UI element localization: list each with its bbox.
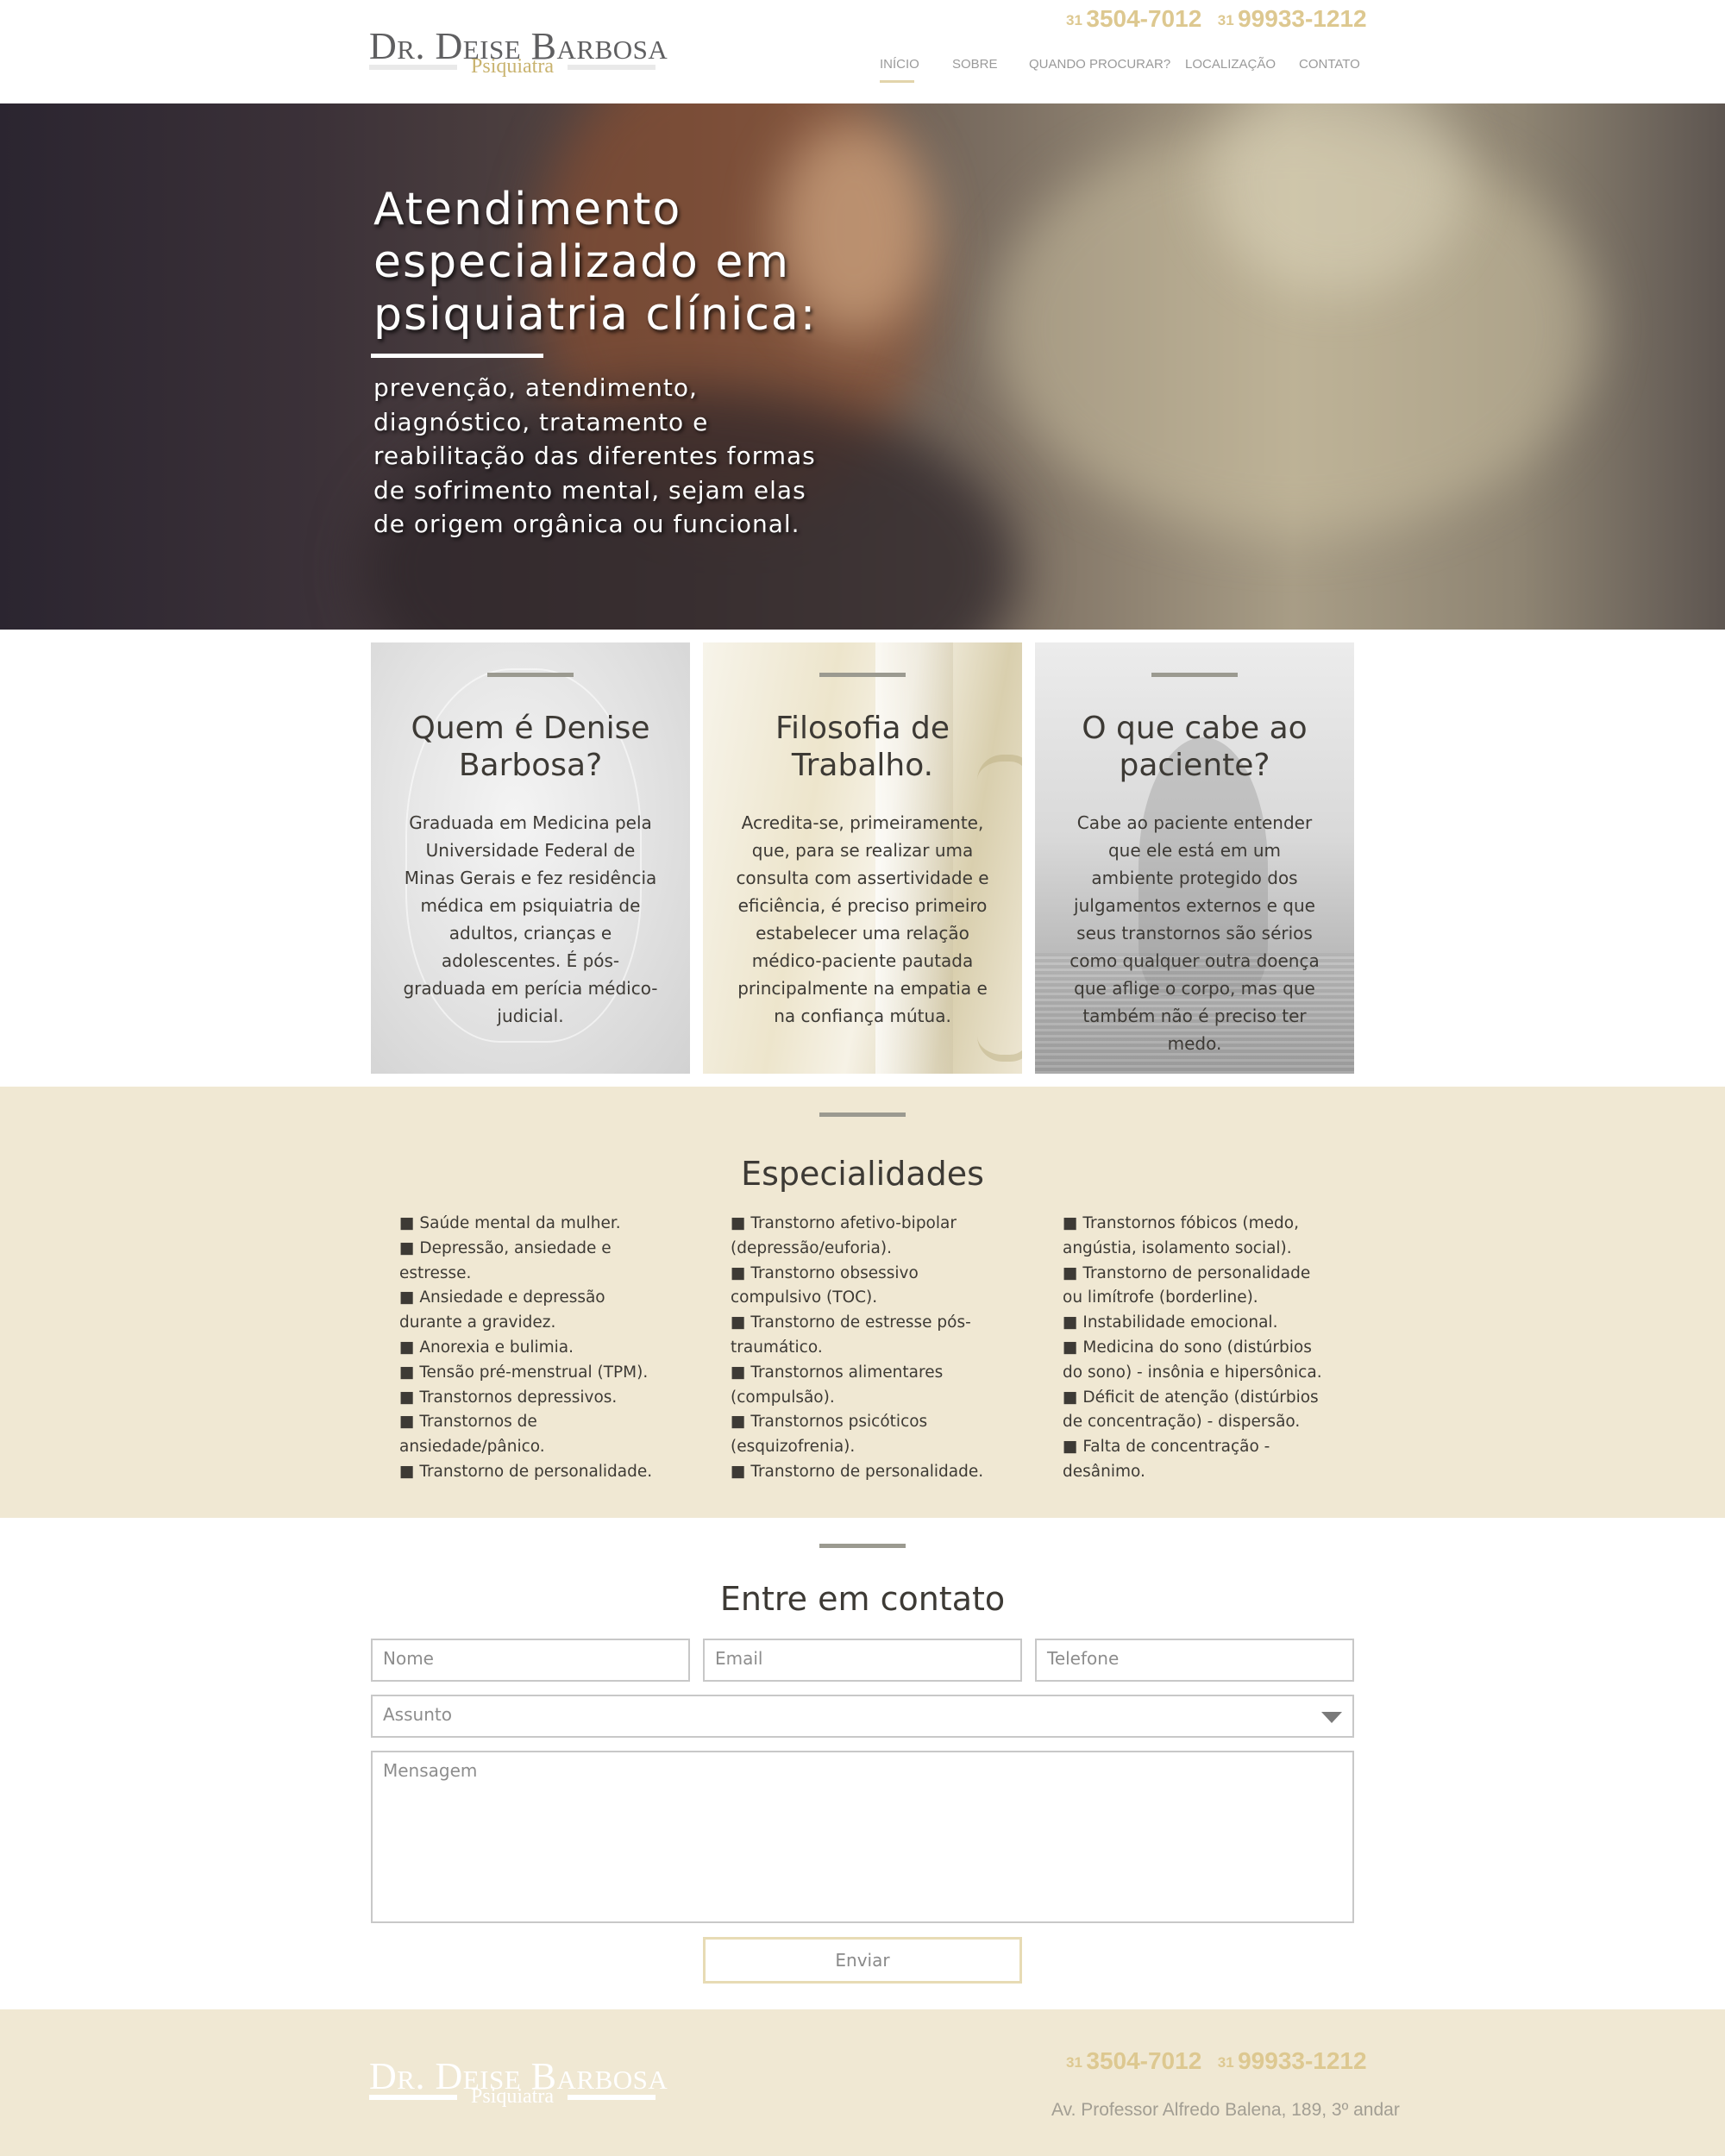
header-phones: 31 3504-7012 31 99933-1212 bbox=[1066, 5, 1367, 33]
footer-phones: 31 3504-7012 31 99933-1212 bbox=[1066, 2047, 1367, 2075]
logo-rule-left bbox=[369, 65, 457, 70]
card-title: Filosofia de Trabalho. bbox=[775, 711, 950, 783]
card-text: Acredita-se, primeiramente, que, para se… bbox=[736, 812, 989, 1026]
list-item: ■ Transtorno de personalidade ou limítro… bbox=[1063, 1263, 1311, 1307]
card-divider bbox=[1151, 673, 1238, 677]
nav-active-indicator bbox=[880, 80, 914, 83]
phone-ddd: 31 bbox=[1066, 12, 1082, 28]
specialties-column: ■ Transtornos fóbicos (medo, angústia, i… bbox=[1063, 1212, 1330, 1485]
logo-subtitle: Psiquiatra bbox=[471, 2085, 554, 2108]
nav-item-sobre[interactable]: SOBRE bbox=[952, 57, 998, 72]
list-item: ■ Transtorno de personalidade. bbox=[399, 1462, 653, 1481]
list-item: ■ Transtornos de ansiedade/pânico. bbox=[399, 1413, 545, 1457]
hero-title-line: psiquiatria clínica: bbox=[373, 289, 818, 341]
card-about: Quem é Denise Barbosa? Graduada em Medic… bbox=[371, 642, 690, 1074]
nav-item-contato[interactable]: CONTATO bbox=[1299, 57, 1360, 72]
hero-title-line: Atendimento bbox=[373, 184, 682, 235]
email-field[interactable]: Email bbox=[703, 1639, 1022, 1682]
hero-subtitle: prevenção, atendimento, diagnóstico, tra… bbox=[373, 373, 816, 538]
hero-title-line: especializado em bbox=[373, 236, 791, 288]
list-item: ■ Transtornos psicóticos (esquizofrenia)… bbox=[731, 1413, 928, 1457]
subject-select-value: Assunto bbox=[383, 1704, 452, 1725]
list-item: ■ Transtorno de personalidade. bbox=[731, 1462, 984, 1481]
card-divider bbox=[819, 673, 906, 677]
phone-number[interactable]: 3504-7012 bbox=[1086, 2047, 1201, 2074]
nav-item-inicio[interactable]: INÍCIO bbox=[880, 57, 919, 72]
site-header: Dr. Deise Barbosa Psiquiatra 31 3504-701… bbox=[0, 0, 1725, 103]
phone-ddd: 31 bbox=[1066, 2054, 1082, 2071]
list-item: ■ Transtornos depressivos. bbox=[399, 1388, 618, 1407]
section-title: Entre em contato bbox=[719, 1580, 1006, 1618]
logo-rule-right bbox=[568, 65, 656, 70]
list-item: ■ Anorexia e bulimia. bbox=[399, 1338, 574, 1357]
specialties-column: ■ Transtorno afetivo-bipolar (depressão/… bbox=[731, 1212, 998, 1485]
card-patient: O que cabe ao paciente? Cabe ao paciente… bbox=[1035, 642, 1354, 1074]
message-field[interactable]: Mensagem bbox=[371, 1751, 1354, 1923]
list-item: ■ Depressão, ansiedade e estresse. bbox=[399, 1238, 612, 1282]
list-item: ■ Falta de concentração - desânimo. bbox=[1063, 1438, 1270, 1481]
list-item: ■ Instabilidade emocional. bbox=[1063, 1313, 1278, 1332]
list-item: ■ Transtorno afetivo-bipolar (depressão/… bbox=[731, 1214, 957, 1257]
chevron-down-icon bbox=[1321, 1712, 1342, 1723]
site-footer: Dr. Deise Barbosa Psiquiatra 31 3504-701… bbox=[0, 2009, 1725, 2156]
list-item: ■ Transtornos alimentares (compulsão). bbox=[731, 1363, 944, 1407]
list-item: ■ Saúde mental da mulher. bbox=[399, 1214, 621, 1232]
list-item: ■ Transtorno de estresse pós-traumático. bbox=[731, 1313, 971, 1357]
card-philosophy: Filosofia de Trabalho. Acredita-se, prim… bbox=[703, 642, 1022, 1074]
section-divider bbox=[819, 1544, 906, 1548]
logo-subtitle: Psiquiatra bbox=[471, 55, 554, 78]
phone-number[interactable]: 99933-1212 bbox=[1238, 5, 1366, 32]
card-title: O que cabe ao paciente? bbox=[1082, 711, 1308, 783]
nav-item-localizacao[interactable]: LOCALIZAÇÃO bbox=[1185, 57, 1276, 72]
list-item: ■ Tensão pré-menstrual (TPM). bbox=[399, 1363, 649, 1382]
logo-rule-right bbox=[568, 2095, 656, 2100]
specialties-column: ■ Saúde mental da mulher. ■ Depressão, a… bbox=[399, 1212, 667, 1485]
name-field[interactable]: Nome bbox=[371, 1639, 690, 1682]
list-item: ■ Ansiedade e depressão durante a gravid… bbox=[399, 1288, 605, 1332]
card-title: Quem é Denise Barbosa? bbox=[411, 711, 650, 783]
phone-number[interactable]: 3504-7012 bbox=[1086, 5, 1201, 32]
section-title: Especialidades bbox=[741, 1155, 984, 1193]
logo[interactable]: Dr. Deise Barbosa Psiquiatra bbox=[369, 24, 668, 78]
contact-section: Entre em contato Nome Email Telefone Ass… bbox=[0, 1518, 1725, 2009]
card-text: Graduada em Medicina pela Universidade F… bbox=[403, 812, 658, 1026]
list-item: ■ Transtorno obsessivo compulsivo (TOC). bbox=[731, 1263, 919, 1307]
list-item: ■ Medicina do sono (distúrbios do sono) … bbox=[1063, 1338, 1322, 1382]
card-text: Cabe ao paciente entender que ele está e… bbox=[1070, 812, 1320, 1054]
section-divider bbox=[819, 1112, 906, 1117]
card-divider bbox=[487, 673, 574, 677]
logo-rule-left bbox=[369, 2095, 457, 2100]
specialties-section: Especialidades ■ Saúde mental da mulher.… bbox=[0, 1087, 1725, 1518]
phone-number[interactable]: 99933-1212 bbox=[1238, 2047, 1366, 2074]
nav-item-quando-procurar[interactable]: QUANDO PROCURAR? bbox=[1029, 57, 1170, 72]
list-item: ■ Déficit de atenção (distúrbios de conc… bbox=[1063, 1388, 1319, 1432]
phone-field[interactable]: Telefone bbox=[1035, 1639, 1354, 1682]
phone-ddd: 31 bbox=[1217, 2054, 1234, 2071]
send-button[interactable]: Enviar bbox=[703, 1937, 1022, 1984]
hero-title: Atendimento especializado em psiquiatria… bbox=[373, 184, 925, 342]
subject-select[interactable]: Assunto bbox=[371, 1695, 1354, 1738]
footer-address: Av. Professor Alfredo Balena, 189, 3º an… bbox=[1051, 2100, 1400, 2120]
phone-ddd: 31 bbox=[1217, 12, 1234, 28]
footer-logo[interactable]: Dr. Deise Barbosa Psiquiatra bbox=[369, 2054, 668, 2108]
list-item: ■ Transtornos fóbicos (medo, angústia, i… bbox=[1063, 1214, 1299, 1257]
hero-divider bbox=[371, 354, 543, 358]
hero-banner: Atendimento especializado em psiquiatria… bbox=[0, 103, 1725, 630]
